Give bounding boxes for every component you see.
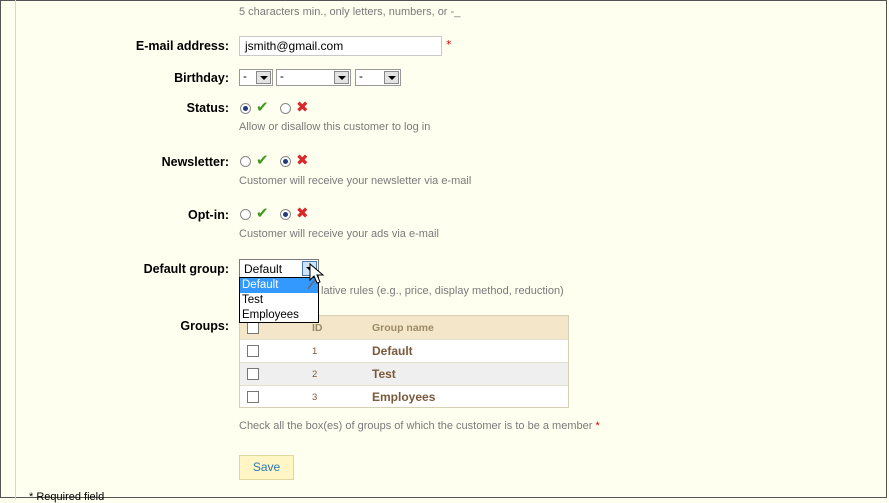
default-group-dropdown: Default Test Employees <box>239 277 319 323</box>
status-hint: Allow or disallow this customer to log i… <box>239 121 431 133</box>
default-group-hint: lative rules (e.g., price, display metho… <box>321 285 564 297</box>
group-name: Default <box>372 344 413 358</box>
group-id: 2 <box>312 369 318 380</box>
content-border <box>15 0 16 500</box>
chevron-down-icon <box>384 71 399 84</box>
default-group-value: Default <box>244 262 283 276</box>
select-all-checkbox[interactable] <box>247 322 259 334</box>
dropdown-option-test[interactable]: Test <box>240 293 318 308</box>
save-button[interactable]: Save <box>239 455 294 480</box>
birthday-year-value: - <box>359 71 363 83</box>
optin-label: Opt-in: <box>188 208 229 222</box>
group-name: Employees <box>372 390 436 404</box>
cross-icon: ✖ <box>296 98 309 116</box>
required-mark: * <box>446 38 452 51</box>
status-label: Status: <box>186 101 229 115</box>
group-checkbox[interactable] <box>247 345 259 357</box>
required-mark: * <box>595 420 600 432</box>
group-id: 1 <box>312 346 318 357</box>
dropdown-option-employees[interactable]: Employees <box>240 308 318 323</box>
groups-hint-text: Check all the box(es) of groups of which… <box>239 420 593 432</box>
cross-icon: ✖ <box>296 204 309 222</box>
optin-hint: Customer will receive your ads via e-mai… <box>239 228 439 240</box>
table-row: 3 Employees <box>240 385 568 408</box>
chevron-down-icon <box>334 71 349 84</box>
groups-label: Groups: <box>180 319 229 333</box>
required-field-note: * Required field <box>29 491 105 503</box>
check-icon: ✔ <box>256 98 269 116</box>
birthday-day-value: - <box>243 71 247 83</box>
newsletter-yes-radio[interactable] <box>240 156 251 167</box>
groups-table: ID Group name 1 Default 2 Test 3 Employe… <box>239 315 569 408</box>
birthday-label: Birthday: <box>174 71 229 85</box>
check-icon: ✔ <box>256 204 269 222</box>
email-field[interactable]: jsmith@gmail.com <box>239 36 442 56</box>
status-enabled-radio[interactable] <box>240 103 251 114</box>
group-id: 3 <box>312 392 318 403</box>
group-name: Test <box>372 367 396 381</box>
newsletter-hint: Customer will receive your newsletter vi… <box>239 175 472 187</box>
status-disabled-radio[interactable] <box>280 103 291 114</box>
birthday-year-select[interactable]: - <box>355 69 401 86</box>
default-group-select[interactable]: Default <box>239 259 319 278</box>
groups-hint: Check all the box(es) of groups of which… <box>239 420 600 432</box>
group-checkbox[interactable] <box>247 368 259 380</box>
email-label: E-mail address: <box>135 39 229 53</box>
optin-no-radio[interactable] <box>280 209 291 220</box>
mouse-cursor-icon <box>308 262 325 290</box>
cross-icon: ✖ <box>296 151 309 169</box>
table-row: 1 Default <box>240 339 568 362</box>
check-icon: ✔ <box>256 151 269 169</box>
birthday-month-select[interactable]: - <box>276 69 351 86</box>
birthday-month-value: - <box>280 71 284 83</box>
chevron-down-icon <box>256 71 271 84</box>
newsletter-no-radio[interactable] <box>280 156 291 167</box>
default-group-label: Default group: <box>143 262 229 276</box>
birthday-day-select[interactable]: - <box>239 69 273 86</box>
newsletter-label: Newsletter: <box>161 155 229 169</box>
username-hint: 5 characters min., only letters, numbers… <box>239 6 461 18</box>
optin-yes-radio[interactable] <box>240 209 251 220</box>
group-checkbox[interactable] <box>247 391 259 403</box>
dropdown-option-default[interactable]: Default <box>240 278 318 293</box>
table-row: 2 Test <box>240 362 568 385</box>
column-header-group-name: Group name <box>372 322 434 334</box>
